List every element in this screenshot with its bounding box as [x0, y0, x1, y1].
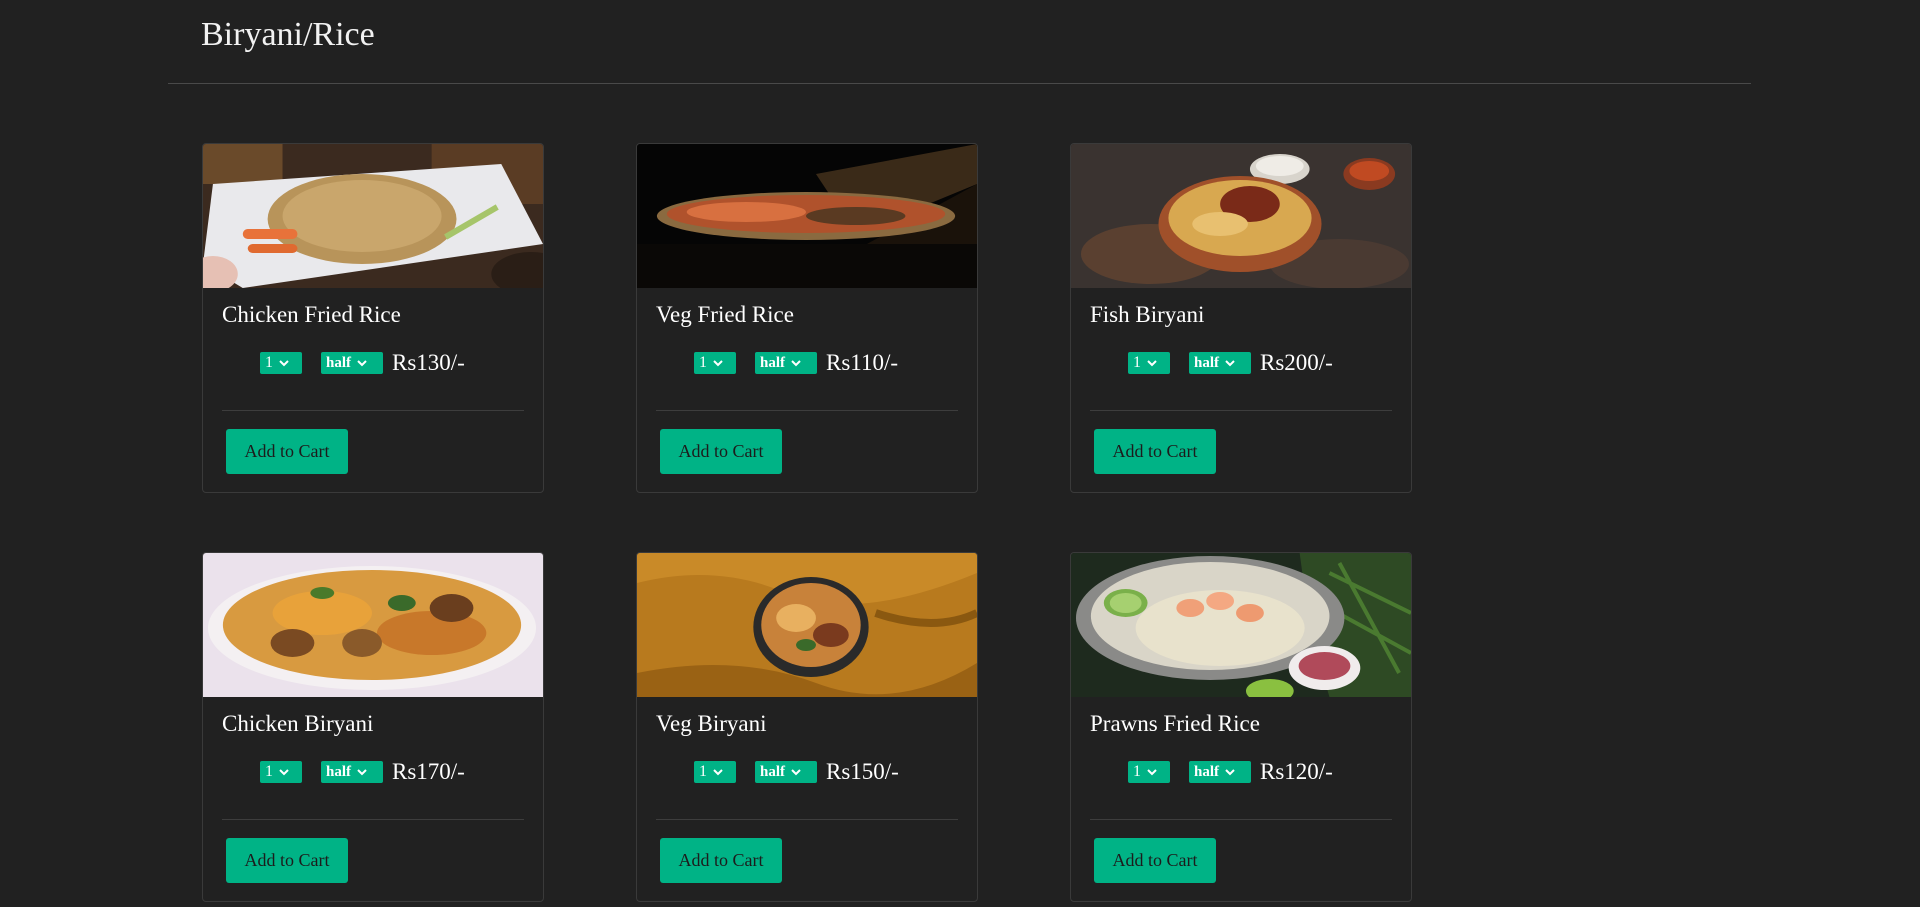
card-divider [222, 410, 524, 411]
chicken-biryani-image [203, 553, 543, 697]
chevron-down-icon [1224, 767, 1236, 777]
item-name: Fish Biryani [1090, 302, 1205, 327]
chevron-down-icon [1146, 358, 1158, 368]
menu-card: Chicken Biryani 1 half Rs170/- Add to Ca… [202, 552, 544, 902]
menu-card: Veg Biryani 1 half Rs150/- Add to Cart [636, 552, 978, 902]
size-value: half [760, 354, 786, 371]
veg-biryani-image [637, 553, 977, 697]
item-price: Rs120/- [1260, 759, 1333, 784]
add-to-cart-button[interactable]: Add to Cart [226, 838, 348, 883]
add-to-cart-button[interactable]: Add to Cart [660, 429, 782, 474]
chevron-down-icon [1224, 358, 1236, 368]
quantity-select[interactable]: 1 [1128, 352, 1170, 374]
chevron-down-icon [790, 358, 802, 368]
quantity-value: 1 [699, 354, 707, 371]
size-select[interactable]: half [1189, 761, 1251, 783]
item-price: Rs110/- [826, 350, 898, 375]
item-options: 1 half Rs130/- [260, 350, 465, 376]
item-price: Rs200/- [1260, 350, 1333, 375]
item-options: 1 half Rs110/- [694, 350, 898, 376]
size-value: half [1194, 763, 1220, 780]
quantity-select[interactable]: 1 [260, 352, 302, 374]
card-divider [656, 819, 958, 820]
quantity-select[interactable]: 1 [260, 761, 302, 783]
item-name: Prawns Fried Rice [1090, 711, 1260, 736]
size-value: half [326, 763, 352, 780]
chevron-down-icon [278, 358, 290, 368]
quantity-value: 1 [1133, 354, 1141, 371]
quantity-value: 1 [265, 354, 273, 371]
menu-card: Prawns Fried Rice 1 half Rs120/- Add to … [1070, 552, 1412, 902]
item-price: Rs130/- [392, 350, 465, 375]
add-to-cart-button[interactable]: Add to Cart [1094, 429, 1216, 474]
header-divider [168, 83, 1751, 84]
size-value: half [1194, 354, 1220, 371]
item-options: 1 half Rs170/- [260, 759, 465, 785]
add-to-cart-button[interactable]: Add to Cart [660, 838, 782, 883]
item-name: Veg Biryani [656, 711, 767, 736]
chevron-down-icon [712, 358, 724, 368]
size-select[interactable]: half [755, 761, 817, 783]
size-select[interactable]: half [321, 761, 383, 783]
card-divider [222, 819, 524, 820]
quantity-value: 1 [265, 763, 273, 780]
add-to-cart-button[interactable]: Add to Cart [226, 429, 348, 474]
size-value: half [760, 763, 786, 780]
quantity-value: 1 [1133, 763, 1141, 780]
chicken-fried-rice-image [203, 144, 543, 288]
item-options: 1 half Rs200/- [1128, 350, 1333, 376]
chevron-down-icon [356, 767, 368, 777]
item-price: Rs150/- [826, 759, 899, 784]
item-price: Rs170/- [392, 759, 465, 784]
menu-card: Chicken Fried Rice 1 half Rs130/- Add to… [202, 143, 544, 493]
item-options: 1 half Rs120/- [1128, 759, 1333, 785]
menu-card: Fish Biryani 1 half Rs200/- Add to Cart [1070, 143, 1412, 493]
chevron-down-icon [1146, 767, 1158, 777]
size-select[interactable]: half [1189, 352, 1251, 374]
category-title: Biryani/Rice [201, 16, 375, 53]
veg-fried-rice-image [637, 144, 977, 288]
size-value: half [326, 354, 352, 371]
add-to-cart-button[interactable]: Add to Cart [1094, 838, 1216, 883]
item-name: Veg Fried Rice [656, 302, 794, 327]
chevron-down-icon [790, 767, 802, 777]
quantity-select[interactable]: 1 [1128, 761, 1170, 783]
item-options: 1 half Rs150/- [694, 759, 899, 785]
size-select[interactable]: half [755, 352, 817, 374]
quantity-select[interactable]: 1 [694, 352, 736, 374]
size-select[interactable]: half [321, 352, 383, 374]
fish-biryani-image [1071, 144, 1411, 288]
menu-card: Veg Fried Rice 1 half Rs110/- Add to Car… [636, 143, 978, 493]
chevron-down-icon [278, 767, 290, 777]
card-divider [1090, 819, 1392, 820]
item-name: Chicken Biryani [222, 711, 374, 736]
item-name: Chicken Fried Rice [222, 302, 401, 327]
quantity-select[interactable]: 1 [694, 761, 736, 783]
prawns-fried-rice-image [1071, 553, 1411, 697]
quantity-value: 1 [699, 763, 707, 780]
chevron-down-icon [712, 767, 724, 777]
chevron-down-icon [356, 358, 368, 368]
card-divider [656, 410, 958, 411]
card-divider [1090, 410, 1392, 411]
